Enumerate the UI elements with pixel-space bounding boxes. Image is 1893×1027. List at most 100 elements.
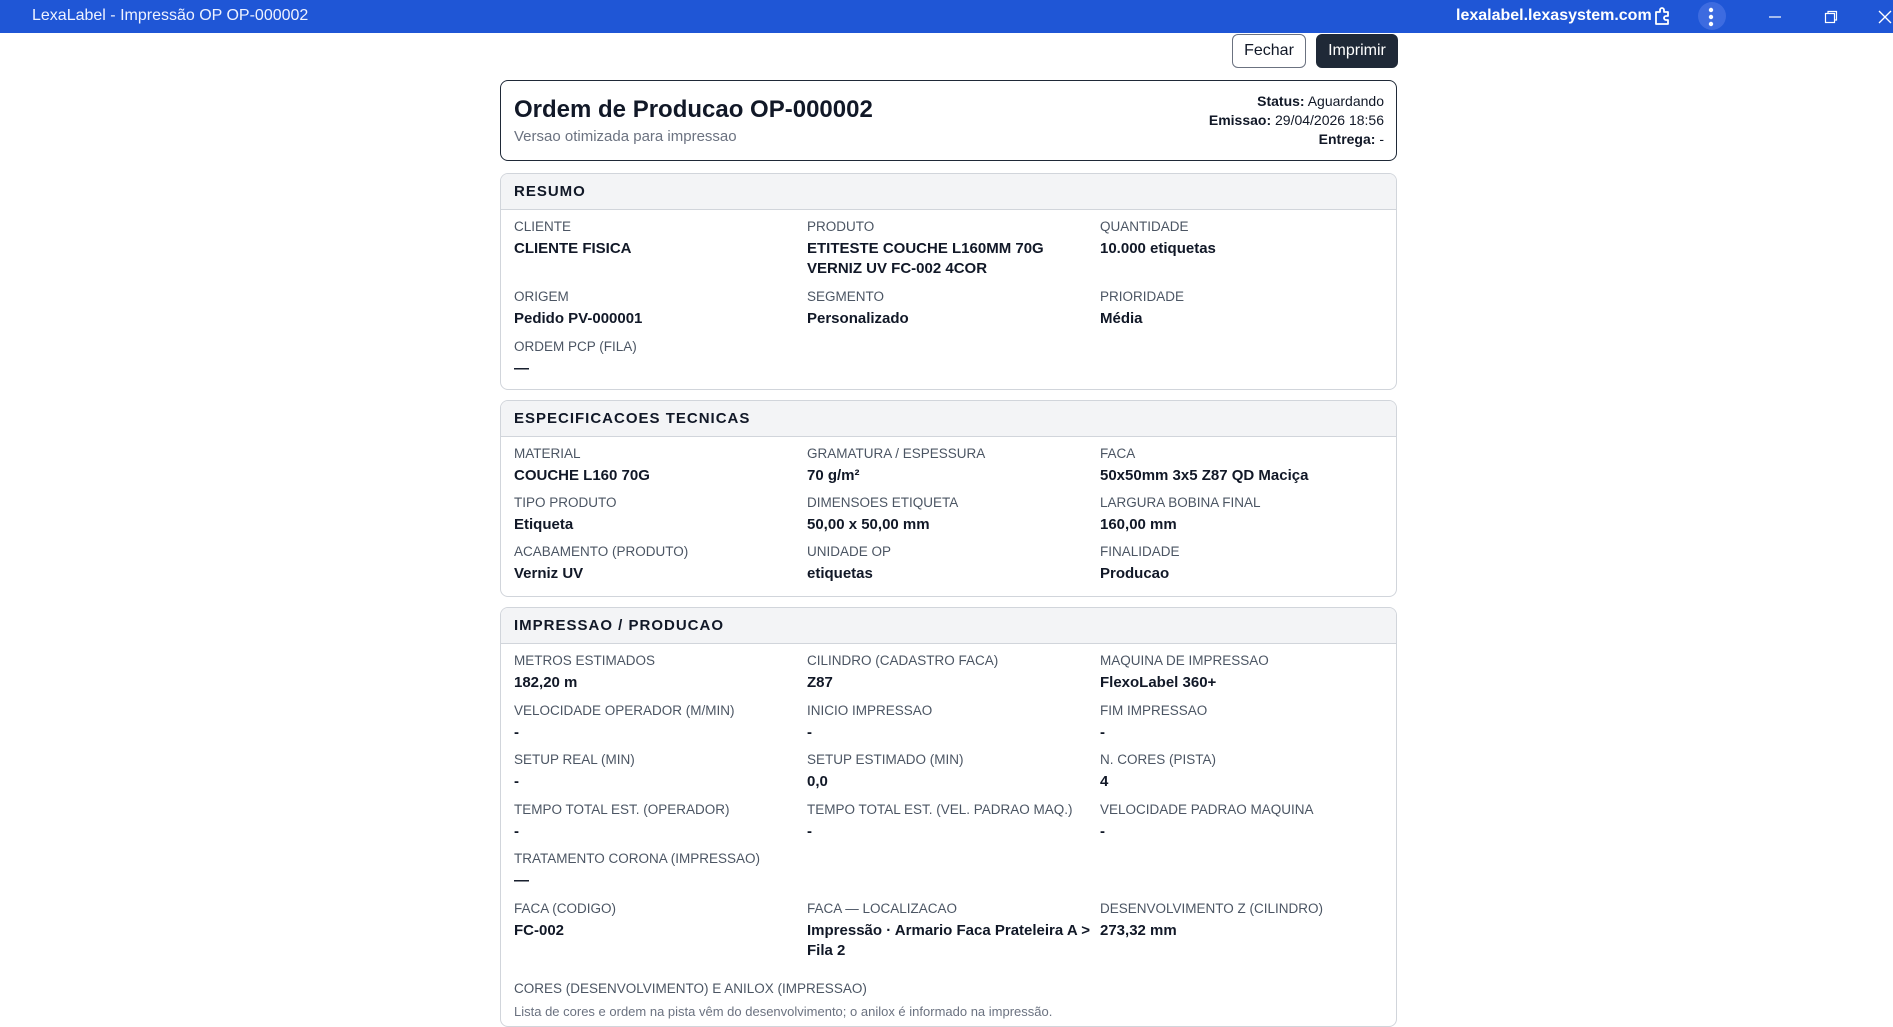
field-acabamento: ACABAMENTO (PRODUTO) Verniz UV (514, 544, 804, 584)
status-value: Aguardando (1307, 93, 1384, 109)
field-label: CLIENTE (514, 219, 572, 234)
field-label: MAQUINA DE IMPRESSAO (1100, 653, 1269, 668)
field-label: FINALIDADE (1100, 544, 1180, 559)
field-tempo-total-operador: TEMPO TOTAL EST. (OPERADOR) - (514, 802, 804, 842)
field-value: 0,0 (807, 773, 828, 790)
field-label: LARGURA BOBINA FINAL (1100, 495, 1261, 510)
order-header-card: Ordem de Producao OP-000002 Versao otimi… (500, 80, 1397, 161)
field-value: - (514, 823, 519, 840)
field-label: N. CORES (PISTA) (1100, 752, 1217, 767)
field-value: - (1100, 823, 1105, 840)
section-title: RESUMO (501, 174, 1396, 210)
field-value: FC-002 (514, 922, 565, 939)
close-icon[interactable] (1872, 4, 1893, 30)
field-setup-estimado: SETUP ESTIMADO (MIN) 0,0 (807, 752, 1097, 792)
field-value: Pedido PV-000001 (514, 310, 643, 327)
resumo-section: RESUMO CLIENTE CLIENTE FISICA PRODUTO ET… (500, 173, 1397, 390)
field-value: COUCHE L160 70G (514, 467, 650, 484)
field-tipo-produto: TIPO PRODUTO Etiqueta (514, 495, 804, 535)
field-value: 273,32 mm (1100, 922, 1177, 939)
window-title: LexaLabel - Impressão OP OP-000002 (32, 7, 309, 24)
field-label: SETUP ESTIMADO (MIN) (807, 752, 964, 767)
field-label: MATERIAL (514, 446, 581, 461)
field-unidade-op: UNIDADE OP etiquetas (807, 544, 1097, 584)
field-segmento: SEGMENTO Personalizado (807, 289, 1097, 329)
field-label: FACA (1100, 446, 1136, 461)
field-prioridade: PRIORIDADE Média (1100, 289, 1390, 329)
field-quantidade: QUANTIDADE 10.000 etiquetas (1100, 219, 1390, 259)
field-label: PRIORIDADE (1100, 289, 1185, 304)
field-material: MATERIAL COUCHE L160 70G (514, 446, 804, 486)
field-largura-bobina: LARGURA BOBINA FINAL 160,00 mm (1100, 495, 1390, 535)
field-value: etiquetas (807, 565, 873, 582)
field-value: FlexoLabel 360+ (1100, 674, 1217, 691)
field-label: FIM IMPRESSAO (1100, 703, 1208, 718)
field-label: CORES (DESENVOLVIMENTO) E ANILOX (IMPRES… (514, 981, 867, 996)
field-value: 50,00 x 50,00 mm (807, 516, 930, 533)
entrega-value: - (1379, 131, 1384, 147)
field-value: 182,20 m (514, 674, 578, 691)
minimize-icon[interactable] (1762, 4, 1788, 30)
field-value: 4 (1100, 773, 1109, 790)
field-maquina: MAQUINA DE IMPRESSAO FlexoLabel 360+ (1100, 653, 1390, 693)
field-inicio-impressao: INICIO IMPRESSAO - (807, 703, 1097, 743)
entrega-label: Entrega: (1318, 131, 1376, 147)
field-produto: PRODUTO ETITESTE COUCHE L160MM 70G VERNI… (807, 219, 1097, 279)
field-value: Z87 (807, 674, 833, 691)
field-cores-anilox: CORES (DESENVOLVIMENTO) E ANILOX (IMPRES… (514, 981, 1014, 996)
section-title: IMPRESSAO / PRODUCAO (501, 608, 1396, 644)
field-value: - (807, 724, 812, 741)
restore-icon[interactable] (1818, 4, 1844, 30)
field-label: SEGMENTO (807, 289, 885, 304)
status-label: Status: (1257, 93, 1305, 109)
field-gramatura: GRAMATURA / ESPESSURA 70 g/m² (807, 446, 1097, 486)
field-tempo-total-padrao: TEMPO TOTAL EST. (VEL. PADRAO MAQ.) - (807, 802, 1097, 842)
field-value: - (514, 773, 519, 790)
field-label: ORIGEM (514, 289, 569, 304)
field-ordem-pcp: ORDEM PCP (FILA) — (514, 339, 804, 379)
field-value: Média (1100, 310, 1143, 327)
field-label: TEMPO TOTAL EST. (VEL. PADRAO MAQ.) (807, 802, 1073, 817)
field-label: SETUP REAL (MIN) (514, 752, 635, 767)
field-value: Verniz UV (514, 565, 584, 582)
field-label: DIMENSOES ETIQUETA (807, 495, 959, 510)
field-value: 70 g/m² (807, 467, 860, 484)
field-tratamento-corona: TRATAMENTO CORONA (IMPRESSAO) — (514, 851, 804, 891)
field-label: TEMPO TOTAL EST. (OPERADOR) (514, 802, 730, 817)
field-value: Impressão · Armario Faca Prateleira A > … (807, 922, 1091, 959)
field-label: METROS ESTIMADOS (514, 653, 656, 668)
field-value: — (514, 872, 529, 889)
field-value: - (514, 724, 519, 741)
field-n-cores: N. CORES (PISTA) 4 (1100, 752, 1390, 792)
field-value: CLIENTE FISICA (514, 240, 632, 257)
field-desenvolvimento-z: DESENVOLVIMENTO Z (CILINDRO) 273,32 mm (1100, 901, 1390, 941)
emissao-line: Emissao: 29/04/2026 18:56 (1209, 112, 1384, 128)
field-value: Personalizado (807, 310, 909, 327)
field-metros-estimados: METROS ESTIMADOS 182,20 m (514, 653, 804, 693)
section-title: ESPECIFICACOES TECNICAS (501, 401, 1396, 437)
field-label: TRATAMENTO CORONA (IMPRESSAO) (514, 851, 761, 866)
entrega-line: Entrega: - (1319, 131, 1384, 147)
field-label: VELOCIDADE OPERADOR (M/MIN) (514, 703, 735, 718)
close-button[interactable]: Fechar (1232, 34, 1306, 68)
more-vert-icon[interactable] (1698, 4, 1724, 30)
print-button[interactable]: Imprimir (1316, 34, 1398, 68)
field-velocidade-padrao: VELOCIDADE PADRAO MAQUINA - (1100, 802, 1390, 842)
field-setup-real: SETUP REAL (MIN) - (514, 752, 804, 792)
page-subtitle: Versao otimizada para impressao (514, 128, 737, 145)
field-label: VELOCIDADE PADRAO MAQUINA (1100, 802, 1314, 817)
field-label: ORDEM PCP (FILA) (514, 339, 637, 354)
impressao-section: IMPRESSAO / PRODUCAO METROS ESTIMADOS 18… (500, 607, 1397, 1027)
field-cliente: CLIENTE CLIENTE FISICA (514, 219, 804, 259)
extension-icon[interactable] (1650, 4, 1676, 30)
emissao-label: Emissao: (1208, 112, 1272, 128)
emissao-value: 29/04/2026 18:56 (1275, 112, 1384, 128)
field-value: Producao (1100, 565, 1170, 582)
window-domain: lexalabel.lexasystem.com (1456, 7, 1652, 24)
field-value: 160,00 mm (1100, 516, 1177, 533)
page-title: Ordem de Producao OP-000002 (514, 96, 873, 123)
field-label: PRODUTO (807, 219, 875, 234)
field-label: UNIDADE OP (807, 544, 892, 559)
field-label: QUANTIDADE (1100, 219, 1189, 234)
field-origem: ORIGEM Pedido PV-000001 (514, 289, 804, 329)
